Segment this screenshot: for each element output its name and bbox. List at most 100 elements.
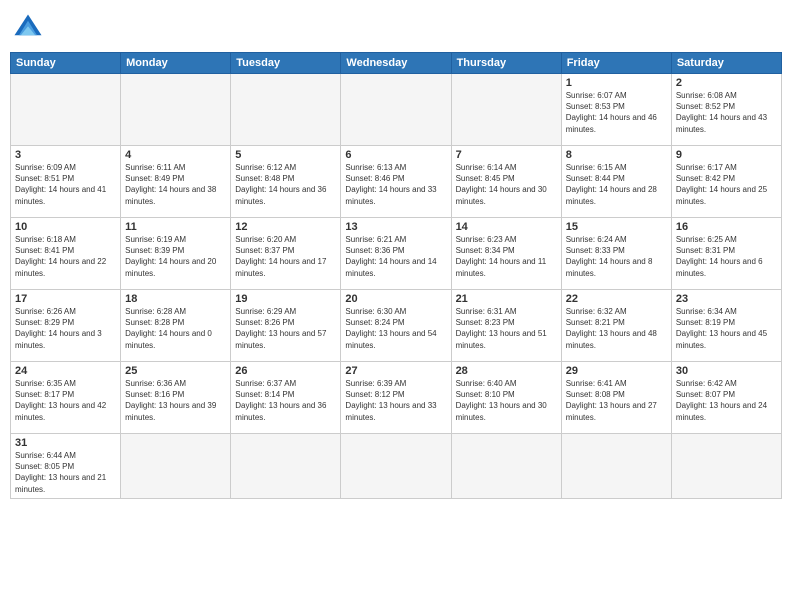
calendar-cell: [561, 434, 671, 499]
day-info: Sunrise: 6:24 AM Sunset: 8:33 PM Dayligh…: [566, 234, 667, 279]
weekday-header-friday: Friday: [561, 53, 671, 74]
calendar-cell: 21Sunrise: 6:31 AM Sunset: 8:23 PM Dayli…: [451, 290, 561, 362]
weekday-header-monday: Monday: [121, 53, 231, 74]
weekday-header-tuesday: Tuesday: [231, 53, 341, 74]
day-number: 3: [15, 149, 116, 161]
day-number: 26: [235, 365, 336, 377]
day-number: 31: [15, 437, 116, 449]
day-number: 10: [15, 221, 116, 233]
calendar-cell: 18Sunrise: 6:28 AM Sunset: 8:28 PM Dayli…: [121, 290, 231, 362]
calendar-cell: [121, 434, 231, 499]
calendar-cell: 6Sunrise: 6:13 AM Sunset: 8:46 PM Daylig…: [341, 146, 451, 218]
day-info: Sunrise: 6:34 AM Sunset: 8:19 PM Dayligh…: [676, 306, 777, 351]
day-info: Sunrise: 6:36 AM Sunset: 8:16 PM Dayligh…: [125, 378, 226, 423]
day-number: 18: [125, 293, 226, 305]
day-info: Sunrise: 6:18 AM Sunset: 8:41 PM Dayligh…: [15, 234, 116, 279]
day-info: Sunrise: 6:29 AM Sunset: 8:26 PM Dayligh…: [235, 306, 336, 351]
weekday-header-wednesday: Wednesday: [341, 53, 451, 74]
day-number: 4: [125, 149, 226, 161]
day-number: 11: [125, 221, 226, 233]
calendar-cell: 2Sunrise: 6:08 AM Sunset: 8:52 PM Daylig…: [671, 74, 781, 146]
calendar-cell: 30Sunrise: 6:42 AM Sunset: 8:07 PM Dayli…: [671, 362, 781, 434]
day-number: 17: [15, 293, 116, 305]
day-number: 22: [566, 293, 667, 305]
day-info: Sunrise: 6:12 AM Sunset: 8:48 PM Dayligh…: [235, 162, 336, 207]
day-number: 9: [676, 149, 777, 161]
calendar-cell: [341, 434, 451, 499]
calendar-cell: [231, 74, 341, 146]
calendar-cell: 1Sunrise: 6:07 AM Sunset: 8:53 PM Daylig…: [561, 74, 671, 146]
day-number: 5: [235, 149, 336, 161]
day-number: 14: [456, 221, 557, 233]
weekday-header-saturday: Saturday: [671, 53, 781, 74]
weekday-header-thursday: Thursday: [451, 53, 561, 74]
day-number: 16: [676, 221, 777, 233]
day-number: 15: [566, 221, 667, 233]
day-info: Sunrise: 6:20 AM Sunset: 8:37 PM Dayligh…: [235, 234, 336, 279]
day-info: Sunrise: 6:07 AM Sunset: 8:53 PM Dayligh…: [566, 90, 667, 135]
calendar-cell: 14Sunrise: 6:23 AM Sunset: 8:34 PM Dayli…: [451, 218, 561, 290]
day-number: 23: [676, 293, 777, 305]
calendar-cell: 23Sunrise: 6:34 AM Sunset: 8:19 PM Dayli…: [671, 290, 781, 362]
weekday-header-row: SundayMondayTuesdayWednesdayThursdayFrid…: [11, 53, 782, 74]
calendar-cell: 27Sunrise: 6:39 AM Sunset: 8:12 PM Dayli…: [341, 362, 451, 434]
logo: [10, 10, 50, 46]
day-info: Sunrise: 6:14 AM Sunset: 8:45 PM Dayligh…: [456, 162, 557, 207]
calendar-cell: 28Sunrise: 6:40 AM Sunset: 8:10 PM Dayli…: [451, 362, 561, 434]
day-info: Sunrise: 6:39 AM Sunset: 8:12 PM Dayligh…: [345, 378, 446, 423]
calendar-week-row: 31Sunrise: 6:44 AM Sunset: 8:05 PM Dayli…: [11, 434, 782, 499]
day-info: Sunrise: 6:17 AM Sunset: 8:42 PM Dayligh…: [676, 162, 777, 207]
calendar-cell: 25Sunrise: 6:36 AM Sunset: 8:16 PM Dayli…: [121, 362, 231, 434]
calendar-cell: 22Sunrise: 6:32 AM Sunset: 8:21 PM Dayli…: [561, 290, 671, 362]
day-number: 2: [676, 77, 777, 89]
day-number: 12: [235, 221, 336, 233]
day-info: Sunrise: 6:42 AM Sunset: 8:07 PM Dayligh…: [676, 378, 777, 423]
calendar: SundayMondayTuesdayWednesdayThursdayFrid…: [10, 52, 782, 499]
calendar-cell: 9Sunrise: 6:17 AM Sunset: 8:42 PM Daylig…: [671, 146, 781, 218]
calendar-week-row: 24Sunrise: 6:35 AM Sunset: 8:17 PM Dayli…: [11, 362, 782, 434]
day-number: 30: [676, 365, 777, 377]
day-number: 19: [235, 293, 336, 305]
calendar-cell: 15Sunrise: 6:24 AM Sunset: 8:33 PM Dayli…: [561, 218, 671, 290]
calendar-cell: 11Sunrise: 6:19 AM Sunset: 8:39 PM Dayli…: [121, 218, 231, 290]
day-info: Sunrise: 6:21 AM Sunset: 8:36 PM Dayligh…: [345, 234, 446, 279]
calendar-week-row: 3Sunrise: 6:09 AM Sunset: 8:51 PM Daylig…: [11, 146, 782, 218]
day-info: Sunrise: 6:41 AM Sunset: 8:08 PM Dayligh…: [566, 378, 667, 423]
calendar-cell: 17Sunrise: 6:26 AM Sunset: 8:29 PM Dayli…: [11, 290, 121, 362]
logo-icon: [10, 10, 46, 46]
calendar-cell: 7Sunrise: 6:14 AM Sunset: 8:45 PM Daylig…: [451, 146, 561, 218]
day-number: 27: [345, 365, 446, 377]
day-number: 25: [125, 365, 226, 377]
weekday-header-sunday: Sunday: [11, 53, 121, 74]
day-number: 20: [345, 293, 446, 305]
calendar-cell: 24Sunrise: 6:35 AM Sunset: 8:17 PM Dayli…: [11, 362, 121, 434]
day-number: 7: [456, 149, 557, 161]
day-number: 13: [345, 221, 446, 233]
day-info: Sunrise: 6:25 AM Sunset: 8:31 PM Dayligh…: [676, 234, 777, 279]
day-info: Sunrise: 6:11 AM Sunset: 8:49 PM Dayligh…: [125, 162, 226, 207]
calendar-cell: 3Sunrise: 6:09 AM Sunset: 8:51 PM Daylig…: [11, 146, 121, 218]
day-number: 8: [566, 149, 667, 161]
calendar-cell: 20Sunrise: 6:30 AM Sunset: 8:24 PM Dayli…: [341, 290, 451, 362]
day-info: Sunrise: 6:28 AM Sunset: 8:28 PM Dayligh…: [125, 306, 226, 351]
calendar-cell: [451, 74, 561, 146]
day-info: Sunrise: 6:37 AM Sunset: 8:14 PM Dayligh…: [235, 378, 336, 423]
day-number: 28: [456, 365, 557, 377]
day-info: Sunrise: 6:32 AM Sunset: 8:21 PM Dayligh…: [566, 306, 667, 351]
header: [10, 10, 782, 46]
calendar-cell: 29Sunrise: 6:41 AM Sunset: 8:08 PM Dayli…: [561, 362, 671, 434]
calendar-cell: 8Sunrise: 6:15 AM Sunset: 8:44 PM Daylig…: [561, 146, 671, 218]
calendar-week-row: 10Sunrise: 6:18 AM Sunset: 8:41 PM Dayli…: [11, 218, 782, 290]
day-info: Sunrise: 6:23 AM Sunset: 8:34 PM Dayligh…: [456, 234, 557, 279]
day-number: 24: [15, 365, 116, 377]
calendar-cell: 19Sunrise: 6:29 AM Sunset: 8:26 PM Dayli…: [231, 290, 341, 362]
calendar-week-row: 17Sunrise: 6:26 AM Sunset: 8:29 PM Dayli…: [11, 290, 782, 362]
calendar-cell: [121, 74, 231, 146]
calendar-cell: 26Sunrise: 6:37 AM Sunset: 8:14 PM Dayli…: [231, 362, 341, 434]
calendar-cell: 31Sunrise: 6:44 AM Sunset: 8:05 PM Dayli…: [11, 434, 121, 499]
day-number: 6: [345, 149, 446, 161]
day-info: Sunrise: 6:40 AM Sunset: 8:10 PM Dayligh…: [456, 378, 557, 423]
calendar-cell: 5Sunrise: 6:12 AM Sunset: 8:48 PM Daylig…: [231, 146, 341, 218]
calendar-cell: [451, 434, 561, 499]
day-info: Sunrise: 6:19 AM Sunset: 8:39 PM Dayligh…: [125, 234, 226, 279]
